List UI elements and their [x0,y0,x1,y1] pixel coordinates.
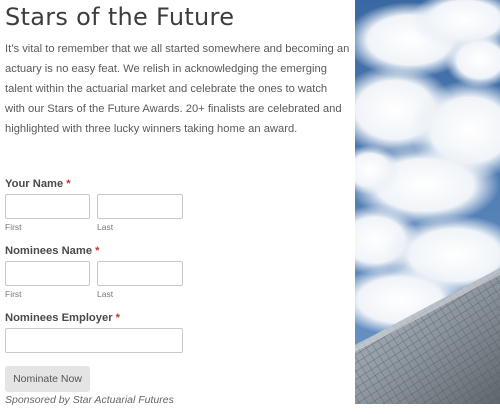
intro-paragraph: It’s vital to remember that we all start… [5,43,350,135]
nomination-panel: Stars of the Future It’s vital to rememb… [0,0,352,414]
your-last-name-sublabel: Last [97,222,114,232]
nominee-employer-input[interactable] [5,328,183,353]
sky-building-image [355,0,500,404]
nominee-first-name-sublabel: First [5,289,22,299]
nominate-now-button[interactable]: Nominate Now [5,366,90,392]
nominees-name-label: Nominees Name * [5,245,99,257]
nominees-employer-label-text: Nominees Employer [5,312,113,324]
nominees-employer-label: Nominees Employer * [5,312,120,324]
nominee-first-name-input[interactable] [5,261,90,286]
your-first-name-input[interactable] [5,194,90,219]
required-marker: * [115,312,120,324]
nominees-name-label-text: Nominees Name [5,245,93,257]
required-marker: * [66,178,71,190]
nominee-last-name-input[interactable] [97,261,183,286]
your-first-name-sublabel: First [5,222,22,232]
your-last-name-input[interactable] [97,194,183,219]
your-name-label-text: Your Name [5,178,64,190]
required-marker: * [95,245,100,257]
sponsor-text: Sponsored by Star Actuarial Futures [5,394,174,406]
sky-building-photo [355,0,500,404]
nominee-last-name-sublabel: Last [97,289,114,299]
your-name-label: Your Name * [5,178,71,190]
page-title: Stars of the Future [5,3,235,31]
